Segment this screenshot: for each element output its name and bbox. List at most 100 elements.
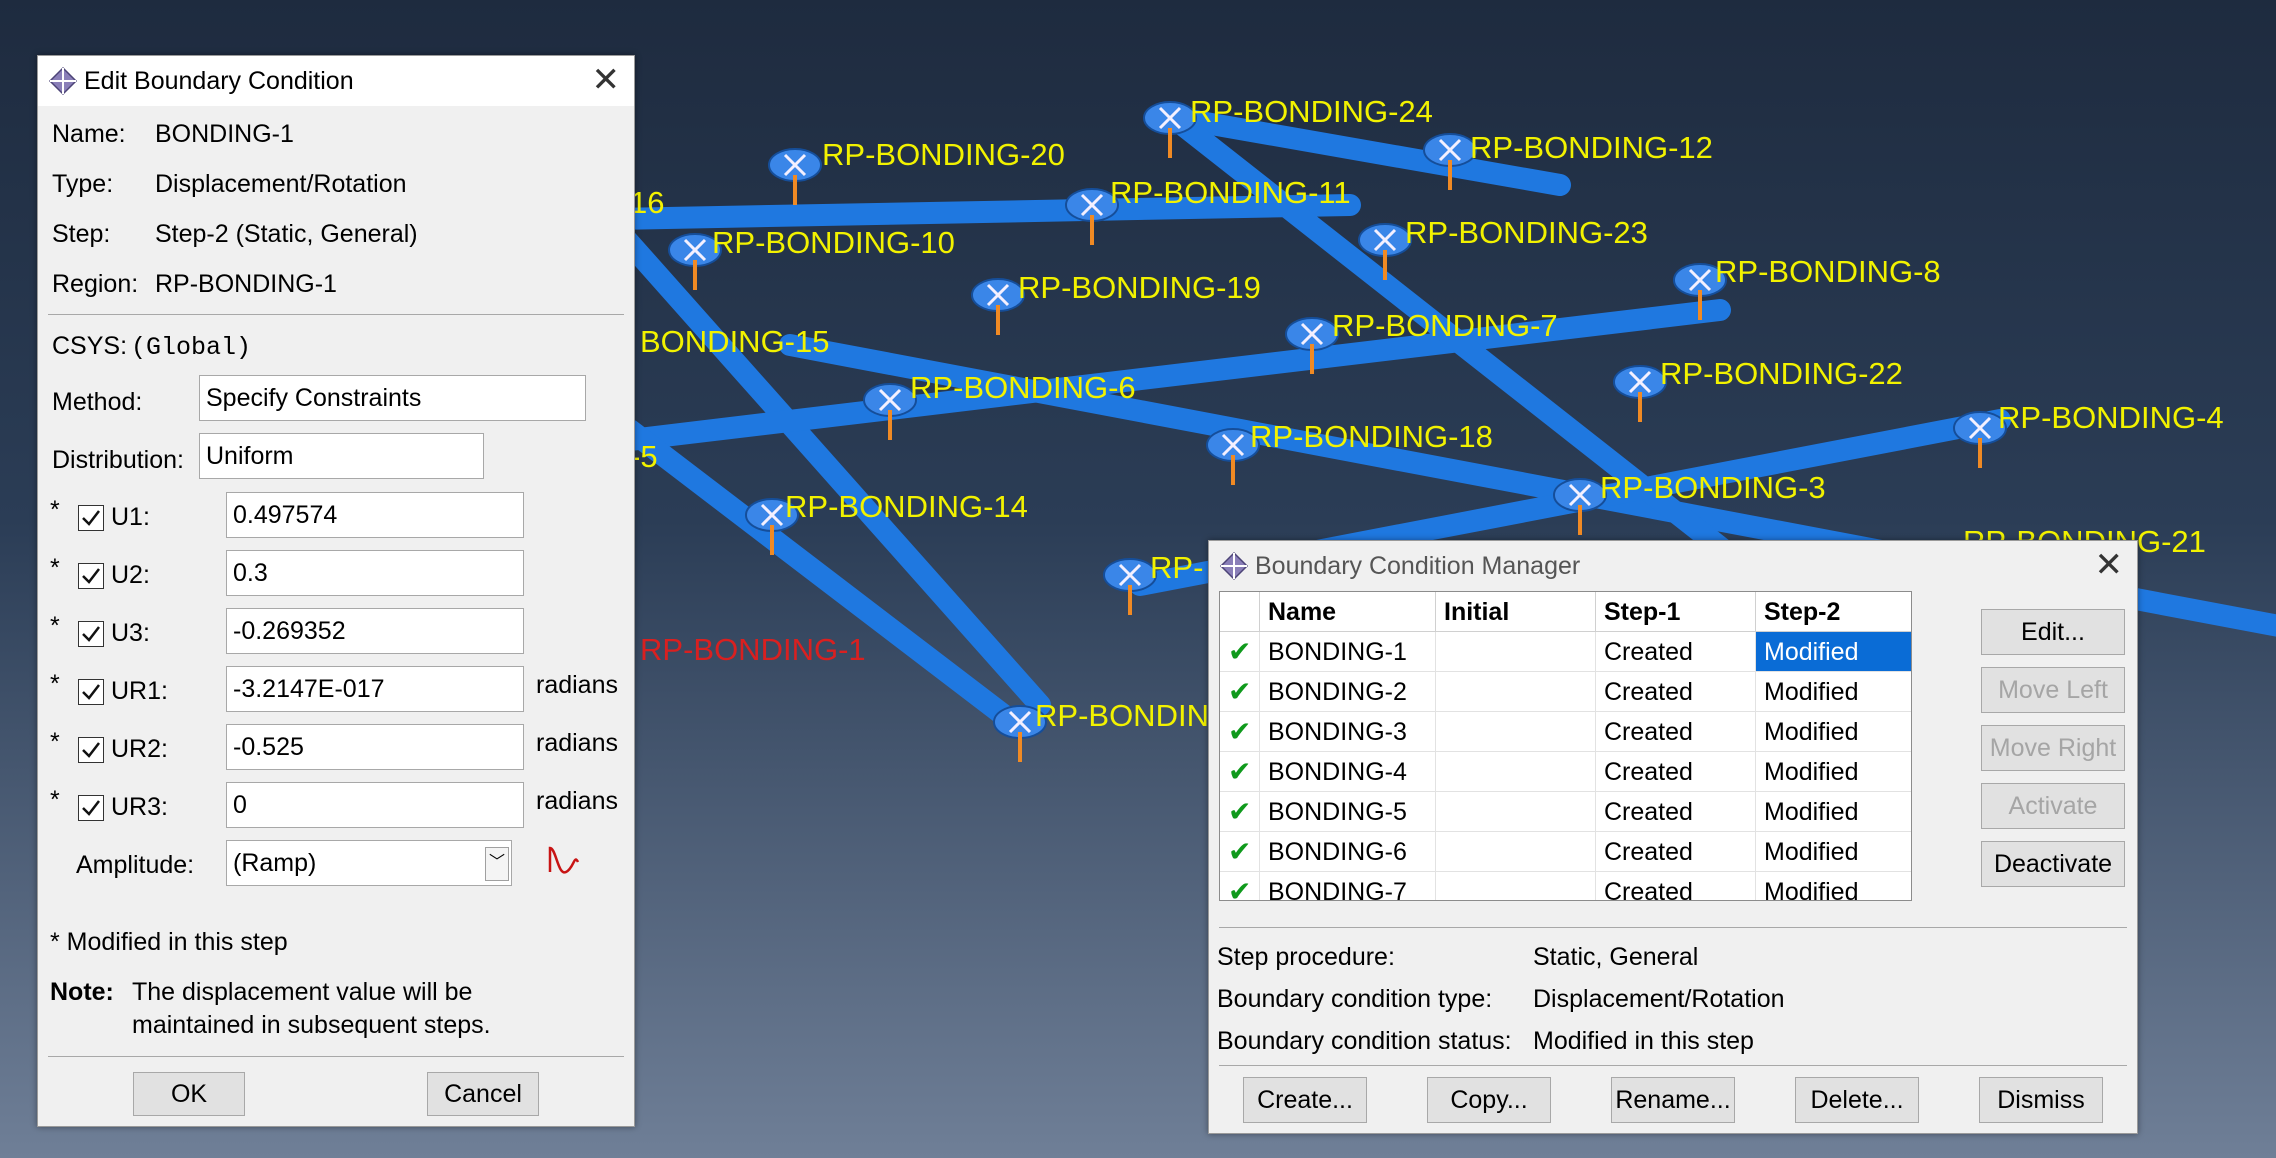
ur1-checkbox[interactable]	[78, 679, 104, 705]
rp-label: RP-BONDING-14	[785, 489, 1028, 524]
table-row[interactable]: ✔ BONDING-7 Created Modified	[1220, 872, 1859, 900]
table-row[interactable]: ✔ BONDING-4 Created Modified	[1220, 752, 1911, 792]
bc-step-1: Created	[1596, 872, 1756, 900]
bc-name: BONDING-7	[1260, 872, 1436, 900]
amplitude-curve-icon[interactable]	[544, 842, 584, 882]
modified-star: *	[50, 496, 60, 524]
bc-step-1: Created	[1596, 672, 1756, 712]
dialog-titlebar[interactable]: Edit Boundary Condition ✕	[38, 56, 634, 106]
rp-label: RP-BONDING-22	[1660, 356, 1903, 391]
status-check-icon: ✔	[1220, 752, 1260, 792]
ur3-checkbox[interactable]	[78, 795, 104, 821]
distribution-field[interactable]: Uniform	[199, 433, 484, 479]
table-row[interactable]: ✔ BONDING-3 Created Modified	[1220, 712, 1911, 752]
bc-step-2[interactable]: Modified	[1756, 792, 1911, 832]
column-header-name[interactable]: Name	[1260, 592, 1436, 632]
bc-initial	[1436, 632, 1596, 672]
edit-boundary-condition-dialog: Edit Boundary Condition ✕ Name: BONDING-…	[37, 55, 635, 1127]
bc-step-1: Created	[1596, 632, 1756, 672]
bc-status-label: Boundary condition status:	[1217, 1027, 1512, 1055]
table-row[interactable]: ✔ BONDING-2 Created Modified	[1220, 672, 1911, 712]
bc-step-2[interactable]: Modified	[1756, 832, 1911, 872]
rp-label: RP-BONDING-3	[1600, 470, 1826, 505]
bc-step-2[interactable]: Modified	[1756, 712, 1911, 752]
bc-step-2[interactable]: Modified	[1756, 752, 1911, 792]
rp-label: RP-BONDING-19	[1018, 270, 1261, 305]
u3-checkbox[interactable]	[78, 621, 104, 647]
move-right-button[interactable]: Move Right	[1981, 725, 2125, 771]
u2-input[interactable]: 0.3	[226, 550, 524, 596]
copy-button[interactable]: Copy...	[1427, 1077, 1551, 1123]
rp-label: 16	[630, 185, 664, 220]
edit-button[interactable]: Edit...	[1981, 609, 2125, 655]
move-left-button[interactable]: Move Left	[1981, 667, 2125, 713]
bc-step-1: Created	[1596, 792, 1756, 832]
ur1-input[interactable]: -3.2147E-017	[226, 666, 524, 712]
rp-label: RP-BONDING-10	[712, 225, 955, 260]
bc-initial	[1436, 752, 1596, 792]
rp-label: RP-BONDING-24	[1190, 94, 1433, 129]
ur2-input[interactable]: -0.525	[226, 724, 524, 770]
method-field[interactable]: Specify Constraints	[199, 375, 586, 421]
rp-label: RP-BONDING-12	[1470, 130, 1713, 165]
bc-status-value: Modified in this step	[1533, 1027, 1754, 1055]
rp-label: RP-BONDING-23	[1405, 215, 1648, 250]
column-header-initial[interactable]: Initial	[1436, 592, 1596, 632]
region-label: Region:	[52, 270, 139, 298]
modified-star: *	[50, 670, 60, 698]
bc-step-2[interactable]: Modified	[1756, 672, 1911, 712]
modified-star: *	[50, 612, 60, 640]
column-header-step-2[interactable]: Step-2	[1756, 592, 1911, 632]
close-icon[interactable]: ✕	[592, 60, 621, 100]
name-value: BONDING-1	[155, 120, 294, 148]
create-button[interactable]: Create...	[1243, 1077, 1367, 1123]
dismiss-button[interactable]: Dismiss	[1979, 1077, 2103, 1123]
status-check-icon: ✔	[1220, 872, 1260, 900]
u3-input[interactable]: -0.269352	[226, 608, 524, 654]
rp-label: RP-BONDING-8	[1715, 254, 1941, 289]
ur2-checkbox[interactable]	[78, 737, 104, 763]
separator	[1219, 927, 2127, 928]
region-value: RP-BONDING-1	[155, 270, 337, 298]
bc-table[interactable]: Name Initial Step-1 Step-2 ✔ BONDING-1 C…	[1219, 591, 1912, 901]
deactivate-button[interactable]: Deactivate	[1981, 841, 2125, 887]
status-check-icon: ✔	[1220, 792, 1260, 832]
modified-star: *	[50, 786, 60, 814]
bc-initial	[1436, 672, 1596, 712]
amplitude-label: Amplitude:	[76, 851, 195, 879]
bc-type-label: Boundary condition type:	[1217, 985, 1493, 1013]
table-row[interactable]: ✔ BONDING-5 Created Modified	[1220, 792, 1911, 832]
u1-checkbox[interactable]	[78, 505, 104, 531]
table-row[interactable]: ✔ BONDING-1 Created Modified	[1220, 632, 1911, 672]
rename-button[interactable]: Rename...	[1611, 1077, 1735, 1123]
u1-input[interactable]: 0.497574	[226, 492, 524, 538]
ur2-unit: radians	[536, 729, 618, 757]
status-check-icon: ✔	[1220, 672, 1260, 712]
delete-button[interactable]: Delete...	[1795, 1077, 1919, 1123]
ok-button[interactable]: OK	[133, 1072, 245, 1116]
ur1-unit: radians	[536, 671, 618, 699]
chevron-down-icon[interactable]: ﹀	[485, 847, 509, 881]
bc-step-2-selected[interactable]: Modified	[1756, 632, 1911, 672]
bc-name: BONDING-3	[1260, 712, 1436, 752]
bc-step-2[interactable]: Modified	[1756, 872, 1911, 900]
close-icon[interactable]: ✕	[2095, 545, 2124, 585]
step-label: Step:	[52, 220, 111, 248]
column-header-step-1[interactable]: Step-1	[1596, 592, 1756, 632]
column-header-status	[1220, 592, 1260, 632]
dialog-titlebar[interactable]: Boundary Condition Manager ✕	[1209, 541, 2137, 591]
check-icon	[82, 568, 100, 584]
activate-button[interactable]: Activate	[1981, 783, 2125, 829]
rp-label: RP-BONDING-7	[1332, 308, 1558, 343]
bc-name: BONDING-6	[1260, 832, 1436, 872]
bc-type-value: Displacement/Rotation	[1533, 985, 1785, 1013]
table-row[interactable]: ✔ BONDING-6 Created Modified	[1220, 832, 1911, 872]
bc-initial	[1436, 872, 1596, 900]
check-icon	[82, 800, 100, 816]
note-label: Note:	[50, 978, 114, 1006]
bc-initial	[1436, 832, 1596, 872]
u2-checkbox[interactable]	[78, 563, 104, 589]
cancel-button[interactable]: Cancel	[427, 1072, 539, 1116]
ur3-input[interactable]: 0	[226, 782, 524, 828]
amplitude-select[interactable]: (Ramp) ﹀	[226, 840, 512, 886]
